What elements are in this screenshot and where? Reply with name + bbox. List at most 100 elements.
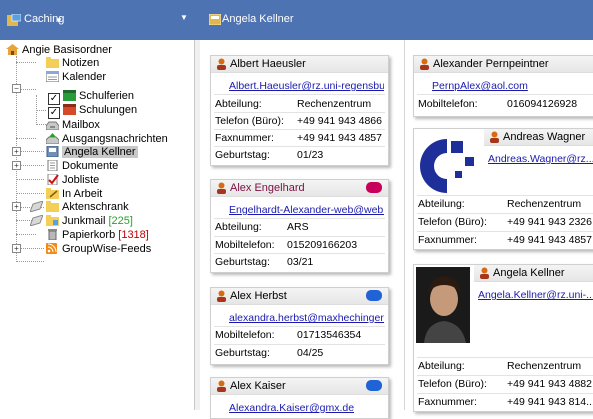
contact-email-link[interactable]: Angela.Kellner@rz.uni-... [478, 289, 593, 301]
person-icon [420, 58, 429, 70]
contact-card[interactable]: Alex Herbst alexandra.herbst@maxhechinge… [210, 287, 389, 365]
contact-email-link[interactable]: Alexandra.Kaiser@gmx.de [229, 402, 384, 414]
field-value: 01/23 [297, 149, 324, 161]
unread-count: [225] [108, 215, 133, 227]
tree-item-groupwise-feeds[interactable]: GroupWise-Feeds [46, 242, 151, 256]
contact-card[interactable]: Albert Haeusler Albert.Haeusler@rz.uni-r… [210, 55, 389, 166]
person-icon [490, 131, 499, 143]
field-value: Rechenzentrum [507, 360, 582, 372]
contact-name: Alexander Pernpeintner [433, 58, 549, 70]
field-value: +49 941 943 4857 [297, 132, 382, 144]
person-icon [217, 182, 226, 194]
item-count: [1318] [118, 229, 149, 241]
tree-item-root[interactable]: Angie Basisordner [6, 43, 112, 57]
card-title-bar: Alexander Pernpeintner [414, 56, 593, 73]
home-icon [6, 44, 19, 55]
tree-item-label: Kalender [62, 71, 107, 83]
contact-card[interactable]: Alex Kaiser Alexandra.Kaiser@gmx.de [210, 377, 389, 419]
tree-item-dokumente[interactable]: Dokumente [46, 159, 118, 173]
tree-item-kalender[interactable]: Kalender [46, 70, 106, 84]
contact-card[interactable]: Andreas Wagner Andreas.Wagner@rz.... Abt… [413, 128, 593, 250]
tree-item-ausgangsnachrichten[interactable]: Ausgangsnachrichten [46, 132, 168, 146]
tree-item-label: Notizen [62, 57, 100, 69]
contact-name: Angela Kellner [493, 267, 565, 279]
contact-name: Alex Kaiser [230, 380, 286, 392]
category-tag [366, 182, 382, 193]
tree-item-label: Angela Kellner [62, 146, 138, 158]
document-icon [47, 160, 58, 171]
field-value: 04/25 [297, 347, 324, 359]
address-book-icon [46, 146, 59, 157]
expand-toggle[interactable]: + [12, 147, 21, 156]
tree-item-in-arbeit[interactable]: In Arbeit [46, 187, 102, 201]
field-label: Abteilung: [215, 221, 262, 233]
expand-toggle[interactable]: + [12, 161, 21, 170]
person-icon [217, 58, 226, 70]
card-title-bar: Alex Herbst [211, 288, 388, 305]
tree-item-schulungen[interactable]: ✓ Schulungen [48, 103, 138, 119]
field-label: Geburtstag: [215, 347, 270, 359]
tree-item-label: Jobliste [62, 174, 100, 186]
chevron-down-icon[interactable]: ▼ [180, 13, 188, 22]
tree-item-angela-kellner[interactable]: Angela Kellner [46, 145, 138, 159]
contact-card[interactable]: Alex Engelhard Engelhardt-Alexander-web@… [210, 179, 389, 273]
company-logo-icon [420, 139, 474, 193]
contact-email-link[interactable]: Engelhardt-Alexander-web@web... [229, 204, 384, 216]
tree-item-papierkorb[interactable]: Papierkorb [1318] [46, 228, 149, 242]
tree-item-junkmail[interactable]: Junkmail [225] [30, 214, 133, 228]
work-folder-icon [46, 188, 59, 199]
field-value: +49 941 943 814... [507, 396, 593, 408]
card-title-bar: Andreas Wagner [484, 129, 593, 146]
tree-item-schulferien[interactable]: ✓ Schulferien [48, 89, 135, 105]
contact-name: Alex Herbst [230, 290, 287, 302]
contact-email-link[interactable]: alexandra.herbst@maxhechinger... [229, 312, 384, 324]
folder-panel-header: Caching ▼ ▼ [0, 0, 196, 40]
field-value: 01713546354 [297, 329, 362, 341]
expand-toggle[interactable]: + [12, 202, 21, 211]
person-icon [217, 290, 226, 302]
field-label: Mobiltelefon: [215, 329, 275, 341]
contact-card[interactable]: Alexander Pernpeintner PernpAlex@aol.com… [413, 55, 593, 117]
chevron-down-icon[interactable]: ▼ [55, 16, 63, 25]
checklist-icon [47, 174, 59, 185]
tree-item-jobliste[interactable]: Jobliste [46, 173, 99, 187]
tree-item-label: Schulferien [79, 90, 135, 102]
field-label: Telefon (Büro): [215, 115, 284, 127]
calendar-icon [46, 71, 59, 82]
tree-item-label: Ausgangsnachrichten [62, 133, 168, 145]
trash-icon [48, 229, 57, 240]
tree-item-label: Dokumente [62, 160, 119, 172]
field-value: +49 941 943 4857 [507, 234, 592, 246]
field-value: ARS [287, 221, 309, 233]
contacts-header: Angela Kellner [200, 0, 593, 40]
field-label: Geburtstag: [215, 256, 270, 268]
contact-email-link[interactable]: Albert.Haeusler@rz.uni-regensbu... [229, 80, 384, 92]
field-label: Faxnummer: [418, 234, 477, 246]
person-icon [480, 267, 489, 279]
category-tag [366, 380, 382, 391]
tree-item-aktenschrank[interactable]: Aktenschrank [30, 200, 129, 214]
junk-folder-icon [46, 215, 59, 226]
person-icon [217, 380, 226, 392]
tree-item-label: Mailbox [62, 119, 100, 131]
card-title-bar: Angela Kellner [474, 265, 593, 282]
contact-email-link[interactable]: PernpAlex@aol.com [432, 80, 592, 92]
field-value: 03/21 [287, 256, 314, 268]
expand-toggle[interactable]: + [12, 244, 21, 253]
card-title-bar: Albert Haeusler [211, 56, 388, 73]
tree-item-label: Junkmail [62, 215, 106, 227]
field-label: Abteilung: [418, 360, 465, 372]
field-label: Telefon (Büro): [418, 216, 487, 228]
outbox-icon [46, 133, 59, 144]
collapse-toggle[interactable]: − [12, 84, 21, 93]
contact-email-link[interactable]: Andreas.Wagner@rz.... [488, 153, 593, 165]
tree-item-mailbox[interactable]: Mailbox [46, 118, 100, 132]
field-label: Mobiltelefon: [418, 98, 478, 110]
folder-tree: Angie Basisordner Notizen − Kalender ✓ Sc… [0, 40, 194, 410]
field-label: Faxnummer: [418, 396, 477, 408]
tree-item-notizen[interactable]: Notizen [46, 56, 99, 70]
tree-item-label: Schulungen [79, 104, 138, 116]
tree-item-label: In Arbeit [62, 188, 103, 200]
field-value: 016094126928 [507, 98, 578, 110]
contact-card[interactable]: Angela Kellner Angela.Kellner@rz.uni-...… [413, 264, 593, 412]
